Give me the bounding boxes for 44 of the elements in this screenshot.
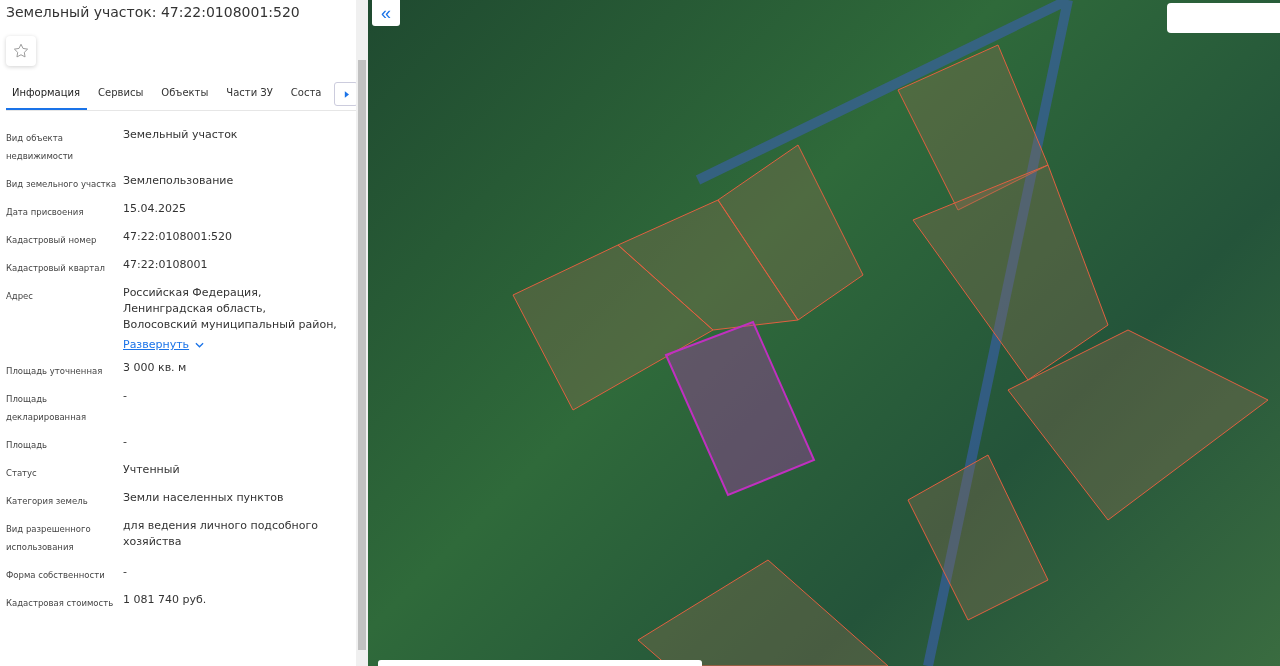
field-label: Кадастровая стоимость — [6, 597, 115, 610]
field-value: Земельный участок — [123, 127, 239, 143]
right-triangle-icon — [343, 90, 349, 98]
collapse-panel-button[interactable]: « — [372, 0, 400, 26]
field-label: Категория земель — [6, 495, 89, 508]
field-value: - — [123, 434, 128, 450]
tab[interactable]: Части ЗУ — [220, 80, 280, 110]
field-label: Вид земельного участка — [6, 178, 118, 191]
field-value: Земли населенных пунктов — [123, 490, 285, 506]
field-label: Площадь — [6, 439, 49, 452]
scrollbar[interactable] — [356, 0, 368, 666]
tab[interactable]: Объекты — [155, 80, 216, 110]
field-value: 1 081 740 руб. — [123, 592, 208, 608]
field-label: Площадь уточненная — [6, 365, 104, 378]
expand-link[interactable]: Развернуть — [123, 338, 205, 351]
tab[interactable]: Соста — [284, 80, 329, 110]
panel-title: Земельный участок: 47:22:0108001:520 — [6, 4, 301, 22]
field-label: Статус — [6, 467, 38, 480]
field-label: Вид разрешенного использования — [6, 523, 92, 554]
satellite-photo-placeholder[interactable]: « — [368, 0, 1280, 666]
field-value: 15.04.2025 — [123, 201, 187, 217]
field-label: Адрес — [6, 290, 34, 303]
favorite-button[interactable] — [6, 36, 36, 66]
field-value: Российская Федерация, Ленинградская область, Волосовский муниципальный район, — [123, 285, 338, 333]
input-field[interactable] — [1167, 3, 1280, 33]
scrollbar-thumb[interactable] — [358, 60, 366, 650]
chevron-down-icon — [195, 341, 205, 348]
next-tab-button[interactable] — [334, 82, 356, 106]
field-value: Учтенный — [123, 462, 181, 478]
field-value: - — [123, 564, 128, 580]
field-label: Вид объекта недвижимости — [6, 132, 75, 163]
field-value: 3 000 кв. м — [123, 360, 188, 376]
field-value: - — [123, 388, 128, 404]
field-value: для ведения личного подсобного хозяйства — [123, 518, 319, 550]
tab[interactable]: Информация — [6, 80, 88, 110]
field-label: Дата присвоения — [6, 206, 85, 219]
field-label: Кадастровый квартал — [6, 262, 106, 275]
field-value: Землепользование — [123, 173, 235, 189]
field-label: Форма собственности — [6, 569, 106, 582]
field-label: Площадь декларированная — [6, 393, 88, 424]
tab[interactable]: Сервисы — [92, 80, 151, 110]
field-value: 47:22:0108001 — [123, 257, 209, 273]
field-label: Кадастровый номер — [6, 234, 98, 247]
field-value: 47:22:0108001:520 — [123, 229, 234, 245]
